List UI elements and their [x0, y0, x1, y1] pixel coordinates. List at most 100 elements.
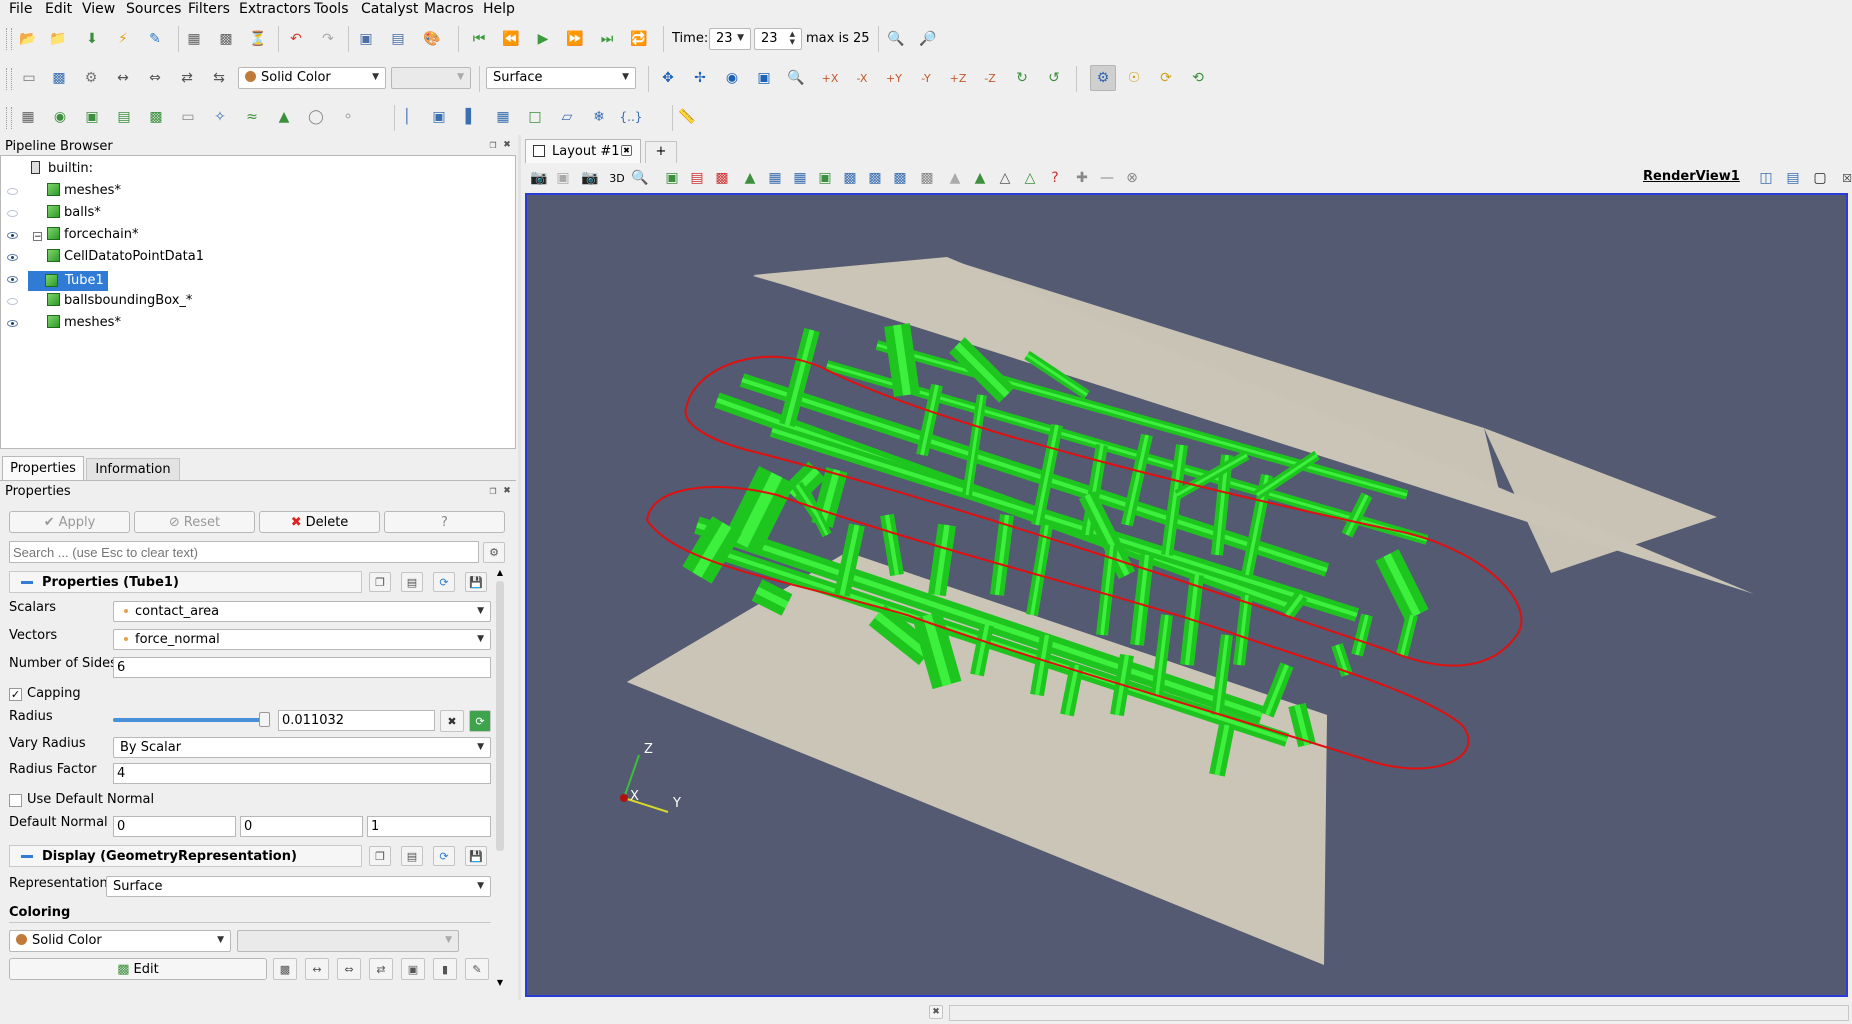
save-icon[interactable]: 💾 [465, 846, 487, 866]
pipeline-item-balls[interactable]: balls* [47, 205, 101, 225]
reset-range-icon[interactable]: ⚙ [79, 66, 103, 90]
menu-file[interactable]: File [9, 1, 32, 17]
add-selection-icon[interactable]: ✚ [1070, 166, 1094, 190]
previous-frame-icon[interactable]: ⏪ [499, 27, 523, 51]
extract-selection-icon[interactable]: △ [993, 166, 1017, 190]
rescale-custom-range-icon[interactable]: ⇔ [143, 66, 167, 90]
number-of-sides-input[interactable]: 6 [113, 657, 491, 678]
radius-slider-handle[interactable] [258, 712, 270, 727]
delete-button[interactable]: ✖ Delete [259, 511, 380, 533]
interactive-select-points-icon[interactable]: ▩ [863, 166, 887, 190]
paste-icon[interactable]: ▤ [401, 572, 423, 592]
capping-checkbox[interactable]: ✓ [9, 688, 22, 701]
dock-splitter[interactable] [518, 135, 521, 1000]
rescale-custom-icon[interactable]: ↔ [111, 66, 135, 90]
save-data-icon[interactable]: ⬇ [80, 27, 104, 51]
vectors-combo[interactable]: force_normal ▼ [113, 629, 491, 650]
representation-combo[interactable]: Surface ▼ [486, 67, 636, 89]
warp-vector-icon[interactable]: ▲ [272, 105, 296, 129]
menu-edit[interactable]: Edit [45, 1, 72, 17]
shrink-selection-icon[interactable]: ▲ [968, 166, 992, 190]
histogram-icon[interactable]: ▌ [459, 105, 483, 129]
pipeline-item-tube1-selected[interactable]: Tube1 [28, 271, 108, 291]
pipeline-item-meshes[interactable]: meshes* [47, 183, 121, 203]
view-minus-x-icon[interactable]: -X [850, 66, 874, 90]
reset-session-icon[interactable]: ⏳ [246, 27, 270, 51]
pipeline-root[interactable]: builtin: [31, 161, 93, 181]
default-normal-x-input[interactable]: 0 [113, 816, 236, 837]
zoom-box-icon[interactable]: ▣ [752, 66, 776, 90]
scroll-up-icon[interactable]: ▲ [494, 568, 506, 577]
camera-undo-view-icon[interactable]: ▣ [551, 166, 575, 190]
menu-filters[interactable]: Filters [188, 1, 230, 17]
eye-visible-icon[interactable] [7, 320, 18, 327]
glyph-icon[interactable]: ✧ [208, 105, 232, 129]
rescale-data-range-icon[interactable]: ↔ [305, 958, 329, 980]
rotate-minus-90-icon[interactable]: ↺ [1042, 66, 1066, 90]
rescale-custom-range-icon[interactable]: ⇔ [337, 958, 361, 980]
reload-icon[interactable]: ⟳ [433, 572, 455, 592]
tab-layout-1[interactable]: Layout #1 ✖ [525, 139, 641, 163]
select-cells-on-icon[interactable]: ▣ [660, 166, 684, 190]
temporal-interpolator-icon[interactable]: ▱ [555, 105, 579, 129]
properties-scrollbar[interactable]: ▲ ▼ [494, 568, 506, 990]
eye-hidden-icon[interactable] [7, 188, 18, 195]
eye-visible-icon[interactable] [7, 232, 18, 239]
reset-camera-icon[interactable]: ✥ [656, 66, 680, 90]
close-icon[interactable]: ✖ [501, 485, 513, 497]
slice-icon[interactable]: ▤ [112, 105, 136, 129]
rotate-plus-90-icon[interactable]: ↻ [1010, 66, 1034, 90]
coloring-component-combo[interactable]: ▼ [237, 930, 459, 952]
subtract-selection-icon[interactable]: — [1095, 166, 1119, 190]
select-polygon-cells-icon[interactable]: ▦ [763, 166, 787, 190]
time-combo[interactable]: 23 ▼ [709, 28, 751, 50]
query-selection-icon[interactable]: ? [1043, 166, 1067, 190]
reset-to-range-icon[interactable]: ⟳ [469, 710, 491, 732]
help-button[interactable]: ? [384, 511, 505, 533]
add-layout-tab[interactable]: + [645, 141, 677, 163]
hover-cells-icon[interactable]: ▩ [915, 166, 939, 190]
menu-macros[interactable]: Macros [424, 1, 474, 17]
select-points-through-icon[interactable]: ▲ [738, 166, 762, 190]
grow-selection-icon[interactable]: ▲ [943, 166, 967, 190]
coloring-combo[interactable]: Solid Color ▼ [9, 930, 231, 952]
select-points-on-icon[interactable]: ▤ [685, 166, 709, 190]
zoom-to-data-icon[interactable]: ✢ [688, 66, 712, 90]
close-icon[interactable]: ✖ [501, 139, 513, 151]
probe-location-icon[interactable]: ▣ [427, 105, 451, 129]
undo-icon[interactable]: ↶ [284, 27, 308, 51]
camera-icon[interactable]: 📷 [578, 166, 602, 190]
split-vertical-icon[interactable]: ▤ [1781, 166, 1805, 190]
rescale-visible-icon[interactable]: ⇄ [175, 66, 199, 90]
eye-visible-icon[interactable] [7, 276, 18, 283]
disconnect-icon[interactable]: ✎ [143, 27, 167, 51]
show-color-legend-icon[interactable]: ▮ [433, 958, 457, 980]
plot-over-line-icon[interactable]: │ [395, 105, 419, 129]
view-plus-x-icon[interactable]: +X [818, 66, 842, 90]
group-datasets-icon[interactable]: ◯ [304, 105, 328, 129]
choose-preset-icon[interactable]: ▩ [273, 958, 297, 980]
last-frame-icon[interactable]: ⏭ [595, 27, 619, 51]
toggle-3d-button[interactable]: 3D [605, 166, 629, 190]
use-default-normal-checkbox[interactable] [9, 794, 22, 807]
plot-data-icon[interactable]: ▦ [491, 105, 515, 129]
split-horizontal-icon[interactable]: ◫ [1754, 166, 1778, 190]
interaction-mode-icon[interactable]: ⚙ [1090, 65, 1116, 91]
color-map-editor-icon[interactable]: ▩ [47, 66, 71, 90]
pipeline-item-forcechain[interactable]: forcechain* [47, 227, 138, 247]
pipeline-item-ballsboundingbox[interactable]: ballsboundingBox_* [47, 293, 192, 313]
menu-view[interactable]: View [82, 1, 115, 17]
extract-subset-icon[interactable]: ▭ [176, 105, 200, 129]
time-step-spinbox[interactable]: 23 ▲ ▼ [754, 28, 802, 50]
menu-tools[interactable]: Tools [314, 1, 349, 17]
render-view-name[interactable]: RenderView1 [1643, 169, 1740, 184]
rescale-visible-range-icon[interactable]: ▣ [401, 958, 425, 980]
rescale-temporal-icon[interactable]: ⇆ [207, 66, 231, 90]
copy-icon[interactable]: ❐ [369, 846, 391, 866]
clear-selection-icon[interactable]: ⊗ [1120, 166, 1144, 190]
edit-color-button[interactable]: ▩ Edit [9, 958, 267, 980]
zoom-closest-icon[interactable]: 🔍 [784, 66, 808, 90]
zoom-view-icon[interactable]: 🔍 [628, 166, 652, 190]
loop-icon[interactable]: 🔁 [627, 27, 651, 51]
ruler-icon[interactable]: 📏 [675, 105, 699, 129]
